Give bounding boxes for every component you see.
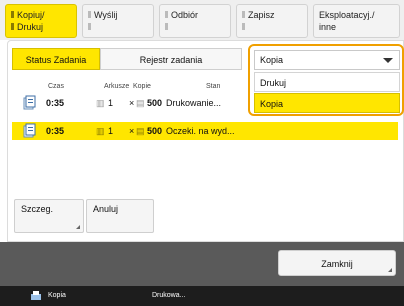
job-status: Drukowanie...	[166, 98, 222, 108]
copy-job-icon	[23, 95, 36, 110]
tab-receive[interactable]: Odbiór	[159, 4, 231, 38]
tab-label: inne	[319, 22, 337, 32]
job-status-screen: Kopiuj/ Drukuj Wyślij Odbiór Zapisz Eksp…	[0, 0, 404, 306]
column-header-sheets: Arkusze	[104, 83, 130, 90]
tab-send[interactable]: Wyślij	[82, 4, 154, 38]
sheets-icon: ▥	[96, 98, 105, 108]
tab-indicator-icon	[88, 23, 91, 30]
job-type-dropdown[interactable]: Kopia Drukuj Kopia	[248, 44, 404, 116]
job-sheets: 1	[108, 126, 114, 136]
function-tab-bar: Kopiuj/ Drukuj Wyślij Odbiór Zapisz Eksp…	[0, 0, 404, 40]
job-status: Oczeki. na wyd...	[166, 126, 235, 136]
cancel-button-label: Anuluj	[93, 204, 119, 214]
close-button[interactable]: Zamknij	[278, 250, 396, 276]
tab-label: Wyślij	[94, 10, 118, 20]
copy-job-icon	[23, 123, 36, 138]
tab-label: Eksploatacyj./	[319, 10, 375, 20]
tab-label: Odbiór	[171, 10, 199, 20]
multiply-icon: ×	[129, 126, 135, 136]
tab-indicator-icon	[88, 11, 91, 18]
job-copies: 500	[147, 98, 163, 108]
tab-store[interactable]: Zapisz	[236, 4, 308, 38]
job-sheets: 1	[108, 98, 114, 108]
corner-arrow-icon	[388, 268, 392, 272]
status-bar: Kopia Drukowa...	[0, 286, 404, 306]
dropdown-option-copy[interactable]: Kopia	[254, 93, 400, 113]
chevron-down-icon	[383, 58, 393, 63]
job-time: 0:35	[46, 98, 65, 108]
sheets-icon: ▥	[96, 126, 105, 136]
dropdown-option-print[interactable]: Drukuj	[254, 72, 400, 92]
tab-indicator-icon	[165, 23, 168, 30]
tab-consumables-other[interactable]: Eksploatacyj./ inne	[313, 4, 400, 38]
dropdown-selected-label: Kopia	[260, 55, 284, 65]
tab-indicator-icon	[11, 11, 14, 18]
details-button-label: Szczeg.	[21, 204, 54, 214]
copies-icon: ▤	[136, 126, 145, 136]
status-job-type: Kopia	[48, 292, 66, 299]
job-time: 0:35	[46, 126, 65, 136]
job-log-tab[interactable]: Rejestr zadania	[100, 48, 242, 70]
column-header-copies: Kopie	[133, 83, 151, 90]
tab-indicator-icon	[165, 11, 168, 18]
cancel-button[interactable]: Anuluj	[86, 199, 154, 233]
details-button[interactable]: Szczeg.	[14, 199, 84, 233]
job-copies: 500	[147, 126, 163, 136]
job-status-tab[interactable]: Status Zadania	[12, 48, 100, 70]
close-button-label: Zamknij	[321, 259, 353, 269]
copy-machine-icon	[31, 291, 41, 300]
tab-label: Zapisz	[248, 10, 275, 20]
column-header-status: Stan	[206, 83, 221, 90]
copies-icon: ▤	[136, 98, 145, 108]
job-row[interactable]: 0:35 ▥ 1 × ▤ 500 Drukowanie...	[12, 94, 250, 112]
job-row[interactable]: 0:35 ▥ 1 × ▤ 500 Oczeki. na wyd...	[12, 122, 398, 140]
tab-indicator-icon	[11, 23, 14, 30]
tab-indicator-icon	[242, 11, 245, 18]
corner-arrow-icon	[76, 225, 80, 229]
tab-indicator-icon	[242, 23, 245, 30]
status-state: Drukowa...	[152, 292, 186, 299]
tab-label: Kopiuj/	[17, 10, 45, 20]
multiply-icon: ×	[129, 98, 135, 108]
tab-copy-print[interactable]: Kopiuj/ Drukuj	[5, 4, 77, 38]
dropdown-selected[interactable]: Kopia	[254, 50, 400, 70]
column-header-time: Czas	[48, 83, 64, 90]
tab-label: Drukuj	[17, 22, 44, 32]
